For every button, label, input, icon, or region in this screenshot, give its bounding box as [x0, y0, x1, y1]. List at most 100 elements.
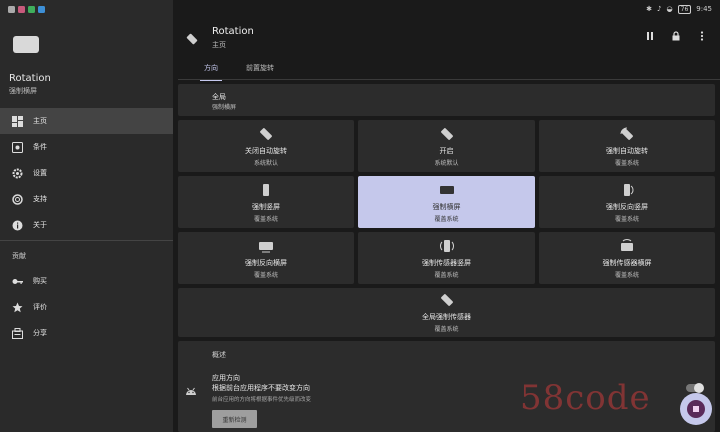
sidebar-item-label: 设置	[33, 169, 47, 177]
sidebar-item-label: 评价	[33, 303, 47, 311]
tab-orientation[interactable]: 方向	[200, 60, 222, 81]
landscape-reverse-icon	[258, 238, 274, 254]
global-mode-row[interactable]: 全局 强制横屏	[178, 84, 715, 116]
rotate-off-icon	[258, 126, 274, 142]
portrait-icon	[258, 182, 274, 198]
stop-icon	[687, 400, 705, 418]
key-icon	[12, 276, 23, 287]
sidebar-item-home[interactable]: 主页	[0, 108, 173, 134]
notification-icon	[8, 5, 15, 13]
sidebar-item-label: 支持	[33, 195, 47, 203]
tab-divider	[178, 79, 720, 80]
tab-bar: 方向 前置旋转	[200, 60, 278, 81]
sidebar-item-share[interactable]: 分享	[0, 320, 173, 346]
star-icon	[12, 302, 23, 313]
orientation-tile-auto-off[interactable]: 关闭自动旋转 系统默认	[178, 120, 354, 172]
page-title: Rotation	[212, 26, 254, 37]
main-nav: 主页 条件 设置 支持 关于	[0, 108, 173, 238]
global-subtitle: 强制横屏	[212, 104, 237, 111]
pause-icon	[647, 32, 653, 40]
orientation-tile-reverse-landscape[interactable]: 强制反向横屏 覆盖系统	[178, 232, 354, 284]
watermark: 58code	[520, 378, 651, 418]
orientation-tile-reverse-portrait[interactable]: 强制反向竖屏 覆盖系统	[539, 176, 715, 228]
more-options-button[interactable]	[696, 30, 708, 42]
tile-title: 强制反向竖屏	[606, 202, 648, 211]
lifebuoy-icon	[12, 193, 23, 205]
status-bar: ✱ ♪ ◒ 76 9:45	[0, 0, 720, 18]
tile-subtitle: 系统默认	[434, 159, 459, 167]
wifi-icon: ◒	[666, 5, 673, 13]
orientation-tile-force-auto[interactable]: 强制自动旋转 覆盖系统	[539, 120, 715, 172]
portrait-reverse-icon	[619, 182, 635, 198]
overview-title: 应用方向	[212, 374, 240, 382]
pause-button[interactable]	[644, 30, 656, 42]
sidebar-item-rate[interactable]: 评价	[0, 294, 173, 320]
tile-subtitle: 覆盖系统	[434, 271, 459, 279]
sidebar-item-purchase[interactable]: 购买	[0, 268, 173, 294]
orientation-tile-sensor-portrait[interactable]: 强制传感器竖屏 覆盖系统	[358, 232, 535, 284]
lock-button[interactable]	[670, 30, 682, 42]
tile-subtitle: 覆盖系统	[614, 271, 639, 279]
tile-subtitle: 覆盖系统	[434, 326, 459, 333]
orientation-tile-sensor-landscape[interactable]: 强制传感器横屏 覆盖系统	[539, 232, 715, 284]
sidebar-item-support[interactable]: 支持	[0, 186, 173, 212]
mute-icon: ♪	[657, 5, 662, 13]
notification-icon	[38, 5, 45, 13]
tile-subtitle: 覆盖系统	[614, 159, 639, 167]
page-subtitle: 主页	[212, 41, 226, 49]
redetect-button[interactable]: 重新检测	[212, 410, 257, 428]
nav-divider	[0, 240, 173, 241]
sidebar-item-label: 分享	[33, 329, 47, 337]
tile-subtitle: 覆盖系统	[614, 215, 639, 223]
sidebar-item-conditions[interactable]: 条件	[0, 134, 173, 160]
app-name: Rotation	[9, 73, 51, 84]
battery-indicator: 76	[677, 4, 692, 14]
conditions-icon	[12, 141, 23, 153]
orientation-tile-on[interactable]: 开启 系统默认	[358, 120, 535, 172]
tile-subtitle: 覆盖系统	[253, 271, 278, 279]
orientation-tile-landscape[interactable]: 强制横屏 覆盖系统	[358, 176, 535, 228]
tile-title: 关闭自动旋转	[245, 146, 287, 155]
tile-title: 开启	[439, 146, 454, 155]
toggle-knob	[694, 383, 704, 393]
sidebar-item-label: 主页	[33, 117, 47, 125]
sidebar-item-label: 购买	[33, 277, 47, 285]
gear-icon	[12, 168, 23, 179]
notification-icon	[18, 5, 25, 13]
app-mode: 强制横屏	[9, 87, 37, 95]
stop-fab-button[interactable]	[680, 393, 712, 425]
lock-icon	[672, 31, 680, 41]
tile-title: 强制自动旋转	[606, 146, 648, 155]
app-orientation-toggle[interactable]	[686, 383, 704, 393]
dashboard-icon	[12, 115, 23, 127]
android-icon	[185, 381, 197, 395]
orientation-tile-portrait[interactable]: 强制竖屏 覆盖系统	[178, 176, 354, 228]
landscape-icon	[439, 182, 455, 198]
full-sensor-icon	[439, 292, 455, 308]
overview-note: 前台应用的方向将根据事件优先级而改变	[212, 397, 312, 403]
tile-subtitle: 系统默认	[253, 159, 278, 167]
sidebar-item-about[interactable]: 关于	[0, 212, 173, 238]
bluetooth-icon: ✱	[646, 5, 653, 13]
toolbar-actions	[644, 30, 708, 42]
tile-title: 全局强制传感器	[422, 313, 471, 321]
navigation-drawer: Rotation 强制横屏 主页 条件 设置 支持 关于 贡献 购买 评价 分享	[0, 0, 173, 432]
tile-title: 强制反向横屏	[245, 258, 287, 267]
overview-label: 概述	[212, 351, 226, 359]
notification-icons	[8, 5, 45, 13]
tab-front-rotation[interactable]: 前置旋转	[242, 60, 278, 81]
sensor-landscape-icon	[619, 238, 635, 254]
notification-icon	[28, 5, 35, 13]
sidebar-item-label: 条件	[33, 143, 47, 151]
tile-title: 强制传感器竖屏	[422, 258, 471, 267]
rotate-on-icon	[439, 126, 455, 142]
orientation-tile-full-sensor[interactable]: 全局强制传感器 覆盖系统	[178, 288, 715, 337]
app-logo-icon	[13, 36, 39, 53]
sidebar-item-settings[interactable]: 设置	[0, 160, 173, 186]
rotate-auto-icon	[619, 126, 635, 142]
nav-section-label: 贡献	[12, 252, 26, 260]
tile-title: 强制传感器横屏	[602, 258, 652, 267]
tile-subtitle: 覆盖系统	[434, 215, 459, 223]
sidebar-item-label: 关于	[33, 221, 47, 229]
tile-title: 强制竖屏	[252, 202, 280, 211]
